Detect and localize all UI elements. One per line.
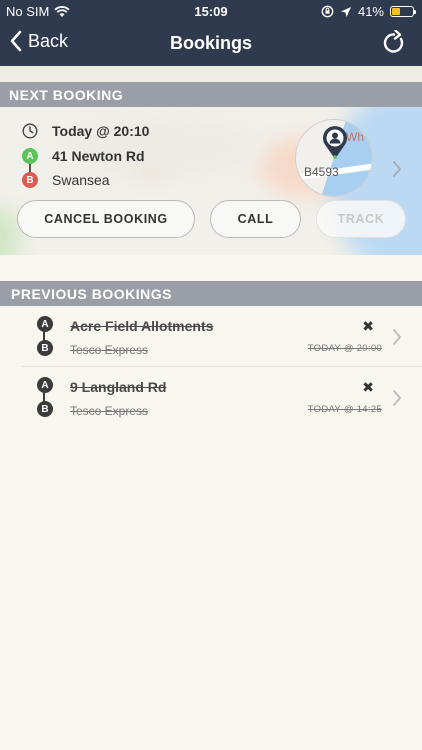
battery-percent: 41% <box>357 4 384 19</box>
clock-icon <box>22 123 38 139</box>
driver-marker-icon <box>323 126 347 159</box>
chevron-right-icon <box>393 161 401 177</box>
pickup-address: Acre Field Allotments <box>70 318 214 334</box>
pickup-pin-icon: A <box>22 148 38 164</box>
dropoff-pin-icon: B <box>37 401 53 417</box>
orientation-lock-icon <box>321 5 334 18</box>
status-bar: No SIM 15:09 41% <box>0 0 422 22</box>
status-right: 41% <box>321 4 416 19</box>
pickup-row: A 41 Newton Rd <box>22 148 145 164</box>
pickup-pin-icon: A <box>37 316 53 332</box>
navigation-bar: Back Bookings <box>0 22 422 66</box>
cancelled-x-icon: ✖ <box>362 379 374 395</box>
cancelled-x-icon: ✖ <box>362 318 374 334</box>
dropoff-address: Swansea <box>52 172 110 188</box>
booking-time: TODAY @ 20:00 <box>307 343 382 354</box>
next-booking-content: Today @ 20:10 A 41 Newton Rd B Swansea W… <box>0 107 422 255</box>
dropoff-address: Tesco Express <box>70 404 149 418</box>
track-button[interactable]: TRACK <box>316 200 406 238</box>
battery-fill <box>392 8 400 15</box>
refresh-icon <box>383 29 404 53</box>
booking-time-row: Today @ 20:10 <box>22 123 149 139</box>
next-booking-header: NEXT BOOKING <box>0 82 422 107</box>
next-booking-card[interactable]: Today @ 20:10 A 41 Newton Rd B Swansea W… <box>0 107 422 255</box>
map-road-label: B4593 <box>304 165 339 179</box>
top-bar: No SIM 15:09 41% Back Bookings <box>0 0 422 66</box>
dropoff-pin-icon: B <box>22 172 38 188</box>
booking-time: TODAY @ 14:25 <box>307 404 382 415</box>
previous-booking-item[interactable]: A B 9 Langland Rd Tesco Express ✖ TODAY … <box>22 367 422 428</box>
chevron-right-icon <box>393 329 401 345</box>
dropoff-pin-icon: B <box>37 340 53 356</box>
pickup-pin-icon: A <box>37 377 53 393</box>
top-spacer <box>0 66 422 82</box>
call-button[interactable]: CALL <box>210 200 301 238</box>
refresh-button[interactable] <box>382 29 406 61</box>
pickup-address: 41 Newton Rd <box>52 148 145 164</box>
previous-booking-item[interactable]: A B Acre Field Allotments Tesco Express … <box>22 306 422 367</box>
cancel-booking-button[interactable]: CANCEL BOOKING <box>17 200 195 238</box>
dropoff-address: Tesco Express <box>70 343 149 357</box>
booking-time: Today @ 20:10 <box>52 123 150 139</box>
pickup-address: 9 Langland Rd <box>70 379 167 395</box>
map-thumbnail[interactable]: Wh B4593 <box>295 119 373 197</box>
location-arrow-icon <box>340 6 351 17</box>
battery-icon <box>390 6 416 17</box>
dropoff-row: B Swansea <box>22 172 110 188</box>
page-title: Bookings <box>169 33 252 53</box>
previous-bookings-header: PREVIOUS BOOKINGS <box>0 281 422 306</box>
chevron-right-icon <box>393 390 401 406</box>
